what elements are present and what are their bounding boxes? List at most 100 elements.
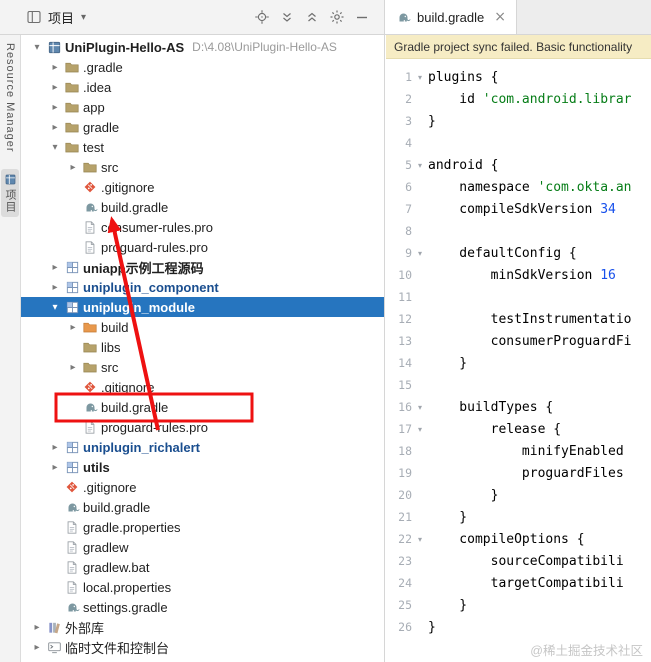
project-tree[interactable]: ▾ UniPlugin-Hello-AS D:\4.08\UniPlugin-Hel… [21, 35, 385, 662]
tree-row-src[interactable]: ▸ src [21, 157, 384, 177]
lib-icon [45, 620, 63, 635]
chevron-right-icon[interactable]: ▸ [65, 322, 81, 333]
tree-row-临时文件和控制台[interactable]: ▸ 临时文件和控制台 [21, 637, 384, 657]
tree-row-uniplugin_module[interactable]: ▾ uniplugin_module [21, 297, 384, 317]
chevron-down-icon[interactable]: ▾ [47, 142, 63, 153]
file-icon [63, 560, 81, 575]
tree-row-uniplugin_richalert[interactable]: ▸ uniplugin_richalert [21, 437, 384, 457]
chevron-right-icon[interactable]: ▸ [29, 622, 45, 633]
tree-row-local.properties[interactable]: local.properties [21, 577, 384, 597]
tree-label: proguard-rules.pro [101, 419, 208, 435]
tree-row-uniapp示例工程源码[interactable]: ▸ uniapp示例工程源码 [21, 257, 384, 277]
tree-row-utils[interactable]: ▸ utils [21, 457, 384, 477]
line-number: 17 [398, 422, 412, 436]
tree-label: UniPlugin-Hello-AS [65, 39, 185, 55]
chevron-right-icon[interactable]: ▸ [65, 162, 81, 173]
tree-label: test [83, 139, 104, 155]
tree-label: local.properties [83, 579, 172, 595]
chevron-right-icon[interactable]: ▸ [65, 362, 81, 373]
chevron-down-icon[interactable]: ▾ [29, 42, 45, 53]
chevron-right-icon[interactable]: ▸ [47, 122, 63, 133]
hide-icon[interactable] [354, 9, 370, 25]
chevron-right-icon[interactable]: ▸ [47, 442, 63, 453]
line-number: 16 [398, 400, 412, 414]
tree-label: src [101, 359, 119, 375]
settings-icon[interactable] [329, 9, 345, 25]
line-number: 24 [398, 576, 412, 590]
tree-label: src [101, 159, 119, 175]
fold-icon[interactable]: ▾ [412, 425, 428, 434]
chevron-right-icon[interactable]: ▸ [47, 282, 63, 293]
tree-row-.gitignore[interactable]: .gitignore [21, 477, 384, 497]
tree-row-外部库[interactable]: ▸ 外部库 [21, 617, 384, 637]
fold-icon[interactable]: ▾ [412, 161, 428, 170]
tree-row-UniPlugin-Hello-AS[interactable]: ▾ UniPlugin-Hello-AS D:\4.08\UniPlugin-Hel… [21, 37, 384, 57]
expand-all-icon[interactable] [279, 9, 295, 25]
tree-row-settings.gradle[interactable]: settings.gradle [21, 597, 384, 617]
code-line-6: 6 namespace 'com.okta.an [386, 176, 651, 198]
tree-row-.gitignore[interactable]: .gitignore [21, 377, 384, 397]
folder-icon [63, 119, 81, 135]
chevron-down-icon[interactable]: ▾ [81, 12, 86, 23]
chevron-right-icon[interactable]: ▸ [47, 82, 63, 93]
tree-row-proguard-rules.pro[interactable]: proguard-rules.pro [21, 417, 384, 437]
tree-row-uniplugin_component[interactable]: ▸ uniplugin_component [21, 277, 384, 297]
tree-row-test[interactable]: ▾ test [21, 137, 384, 157]
tree-row-gradlew[interactable]: gradlew [21, 537, 384, 557]
fold-icon[interactable]: ▾ [412, 249, 428, 258]
tree-label: 临时文件和控制台 [65, 640, 170, 656]
chevron-right-icon[interactable]: ▸ [47, 102, 63, 113]
tree-row-gradle[interactable]: ▸ gradle [21, 117, 384, 137]
tree-row-app[interactable]: ▸ app [21, 97, 384, 117]
banner-text: Gradle project sync failed. Basic functi… [394, 39, 633, 54]
tree-row-build.gradle[interactable]: build.gradle [21, 397, 384, 417]
tree-label: uniapp示例工程源码 [83, 260, 204, 276]
code-text: } [428, 355, 468, 371]
project-panel-header: 项目 ▾ [0, 0, 385, 34]
code-area[interactable]: 1 ▾ plugins {2 id 'com.android.librar 3} 4 5 ▾… [386, 59, 651, 638]
tree-label: build.gradle [101, 399, 169, 415]
file-icon [81, 240, 99, 255]
fold-icon[interactable]: ▾ [412, 403, 428, 412]
tree-row-.gitignore[interactable]: .gitignore [21, 177, 384, 197]
chevron-right-icon[interactable]: ▸ [47, 62, 63, 73]
tree-label: build.gradle [83, 499, 151, 515]
chevron-right-icon[interactable]: ▸ [29, 642, 45, 653]
tree-row-consumer-rules.pro[interactable]: consumer-rules.pro [21, 217, 384, 237]
tree-row-.gradle[interactable]: ▸ .gradle [21, 57, 384, 77]
chevron-right-icon[interactable]: ▸ [47, 462, 63, 473]
locate-icon[interactable] [254, 9, 270, 25]
sync-failed-banner[interactable]: Gradle project sync failed. Basic functi… [386, 35, 651, 59]
code-line-22: 22 ▾ compileOptions { [386, 528, 651, 550]
tree-row-libs[interactable]: libs [21, 337, 384, 357]
tool-window-title[interactable]: 项目 [48, 8, 74, 27]
tree-row-gradle.properties[interactable]: gradle.properties [21, 517, 384, 537]
line-number: 5 [405, 158, 412, 172]
editor[interactable]: Gradle project sync failed. Basic functi… [386, 35, 651, 662]
tab-build-gradle[interactable]: build.gradle × [385, 0, 517, 34]
chevron-down-icon[interactable]: ▾ [47, 302, 63, 313]
folder-icon [63, 79, 81, 95]
code-text: proguardFiles [428, 465, 624, 481]
strip-project[interactable]: 项目 [1, 168, 19, 217]
tree-row-src[interactable]: ▸ src [21, 357, 384, 377]
code-line-24: 24 targetCompatibili [386, 572, 651, 594]
chevron-right-icon[interactable]: ▸ [47, 262, 63, 273]
line-number: 21 [398, 510, 412, 524]
collapse-all-icon[interactable] [304, 9, 320, 25]
line-number: 9 [405, 246, 412, 260]
tree-row-.idea[interactable]: ▸ .idea [21, 77, 384, 97]
tree-row-build.gradle[interactable]: build.gradle [21, 497, 384, 517]
module-icon [63, 440, 81, 455]
fold-icon[interactable]: ▾ [412, 535, 428, 544]
line-number: 18 [398, 444, 412, 458]
tree-row-proguard-rules.pro[interactable]: proguard-rules.pro [21, 237, 384, 257]
strip-resource-manager[interactable]: Resource Manager [3, 39, 17, 157]
tree-row-build[interactable]: ▸ build [21, 317, 384, 337]
code-text: minSdkVersion 16 [428, 267, 616, 283]
tree-row-gradlew.bat[interactable]: gradlew.bat [21, 557, 384, 577]
tree-row-build.gradle[interactable]: build.gradle [21, 197, 384, 217]
code-line-10: 10 minSdkVersion 16 [386, 264, 651, 286]
close-icon[interactable]: × [494, 10, 506, 24]
fold-icon[interactable]: ▾ [412, 73, 428, 82]
